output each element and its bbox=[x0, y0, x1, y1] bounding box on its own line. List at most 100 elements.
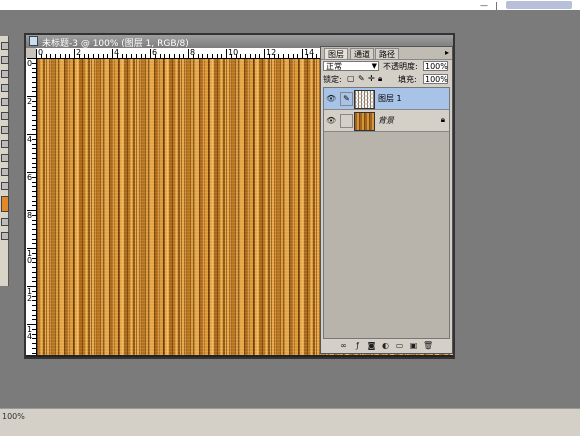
blend-mode-select[interactable]: 正常 ▼ bbox=[323, 61, 379, 71]
tab-paths[interactable]: 路径 bbox=[375, 48, 399, 59]
ruler-tick bbox=[32, 91, 36, 93]
ruler-tick bbox=[287, 54, 289, 58]
gradient-tool-icon[interactable] bbox=[1, 154, 9, 162]
ruler-tick bbox=[32, 148, 36, 150]
panel-menu-icon[interactable]: ▸ bbox=[445, 48, 449, 57]
ruler-tick bbox=[32, 176, 36, 178]
ruler-tick bbox=[59, 54, 61, 58]
ruler-tick bbox=[32, 257, 36, 259]
ruler-tick bbox=[93, 54, 94, 58]
foreground-color-swatch[interactable] bbox=[1, 196, 9, 212]
new-layer-icon[interactable]: ▣ bbox=[409, 341, 418, 350]
tab-channels[interactable]: 通道 bbox=[350, 48, 374, 59]
ruler-tick bbox=[259, 54, 261, 58]
status-bar: 100% bbox=[0, 408, 580, 436]
quick-mask-icon[interactable] bbox=[1, 218, 9, 226]
brand-logo bbox=[506, 1, 572, 9]
vertical-ruler[interactable]: 024681 01 21 41 6 bbox=[26, 58, 37, 355]
ruler-tick bbox=[278, 54, 280, 58]
ruler-label: 4 bbox=[27, 135, 33, 144]
adjustment-layer-icon[interactable]: ◐ bbox=[381, 341, 390, 350]
ruler-tick bbox=[32, 205, 36, 207]
ruler-tick bbox=[32, 333, 36, 335]
ruler-tick bbox=[32, 100, 36, 102]
opacity-label: 不透明度: bbox=[383, 62, 418, 71]
ruler-tick bbox=[32, 309, 36, 311]
move-tool-icon[interactable] bbox=[1, 42, 9, 50]
layer-style-icon[interactable]: ƒ bbox=[353, 341, 362, 350]
eye-icon[interactable]: 👁︎ bbox=[326, 116, 338, 125]
zoom-readout[interactable]: 100% bbox=[2, 412, 25, 421]
lock-position-icon[interactable]: ✛ bbox=[368, 74, 375, 83]
ruler-tick bbox=[32, 300, 36, 302]
ruler-tick bbox=[32, 191, 36, 192]
wand-tool-icon[interactable] bbox=[1, 84, 9, 92]
ruler-tick bbox=[32, 110, 36, 112]
ruler-tick bbox=[32, 129, 36, 131]
link-layers-icon[interactable]: ∞ bbox=[339, 341, 348, 350]
ruler-tick bbox=[292, 54, 294, 58]
lasso-tool-icon[interactable] bbox=[1, 70, 9, 78]
new-group-icon[interactable]: ▭ bbox=[395, 341, 404, 350]
ruler-tick bbox=[32, 115, 36, 116]
ruler-label: 4 bbox=[114, 48, 120, 57]
stamp-tool-icon[interactable] bbox=[1, 126, 9, 134]
ruler-tick bbox=[32, 295, 36, 297]
layer-row-layer1[interactable]: 👁︎ ✎ 图层 1 bbox=[324, 88, 449, 110]
crop-tool-icon[interactable] bbox=[1, 98, 9, 106]
fill-input[interactable]: 100% bbox=[423, 74, 448, 84]
ruler-tick bbox=[36, 49, 37, 58]
screen-mode-icon[interactable] bbox=[1, 232, 9, 240]
layer-thumbnail bbox=[354, 90, 375, 109]
brush-icon[interactable]: ✎ bbox=[340, 92, 353, 106]
ruler-tick bbox=[32, 119, 36, 121]
layer-thumbnail bbox=[354, 112, 375, 131]
brush-tool-icon[interactable] bbox=[1, 112, 9, 120]
pen-tool-icon[interactable] bbox=[1, 182, 9, 190]
fill-label: 填充: bbox=[398, 75, 417, 84]
lock-paint-icon[interactable]: ✎ bbox=[358, 74, 365, 83]
layer-row-background[interactable]: 👁︎ 背景 🔒︎ bbox=[324, 110, 449, 132]
ruler-tick bbox=[32, 338, 36, 340]
ruler-label: 8 bbox=[27, 211, 33, 220]
opacity-input[interactable]: 100% bbox=[423, 61, 448, 71]
ruler-tick bbox=[169, 54, 170, 58]
layer-mask-icon[interactable]: ◙ bbox=[367, 341, 376, 350]
blend-mode-value: 正常 bbox=[326, 62, 342, 71]
ruler-label: 10 bbox=[228, 48, 239, 57]
ruler-tick bbox=[32, 62, 36, 64]
tab-layers[interactable]: 图层 bbox=[324, 48, 348, 59]
ruler-label: 1 4 bbox=[27, 325, 33, 341]
app-top-bar: — | bbox=[0, 0, 580, 10]
minimize-icon[interactable]: — bbox=[480, 1, 488, 10]
ruler-tick bbox=[283, 54, 284, 58]
ruler-tick bbox=[32, 219, 36, 221]
ruler-tick bbox=[32, 67, 36, 69]
ruler-tick bbox=[32, 157, 36, 159]
blend-opacity-row: 正常 ▼ 不透明度: 100% bbox=[323, 61, 450, 72]
text-tool-icon[interactable] bbox=[1, 168, 9, 176]
lock-transparency-icon[interactable]: ▢ bbox=[347, 74, 355, 83]
ruler-tick bbox=[50, 54, 52, 58]
close-icon[interactable]: | bbox=[495, 1, 498, 10]
layer-name: 图层 1 bbox=[378, 94, 402, 103]
ruler-label: 0 bbox=[38, 48, 44, 57]
eraser-tool-icon[interactable] bbox=[1, 140, 9, 148]
ruler-tick bbox=[221, 54, 223, 58]
ruler-tick bbox=[32, 214, 36, 216]
ruler-tick bbox=[97, 54, 99, 58]
ruler-tick bbox=[102, 54, 104, 58]
ruler-tick bbox=[32, 233, 36, 235]
lock-all-icon[interactable]: 🔒︎ bbox=[378, 74, 382, 84]
ruler-tick bbox=[32, 243, 36, 245]
link-box[interactable] bbox=[340, 114, 353, 128]
ruler-label: 6 bbox=[27, 173, 33, 182]
ruler-tick bbox=[249, 54, 251, 58]
delete-layer-icon[interactable]: 🗑︎ bbox=[423, 341, 433, 350]
ruler-tick bbox=[159, 54, 161, 58]
ruler-tick bbox=[32, 281, 36, 283]
ruler-tick bbox=[202, 54, 204, 58]
marquee-tool-icon[interactable] bbox=[1, 56, 9, 64]
eye-icon[interactable]: 👁︎ bbox=[326, 94, 338, 103]
horizontal-scrollbar[interactable] bbox=[26, 355, 453, 357]
